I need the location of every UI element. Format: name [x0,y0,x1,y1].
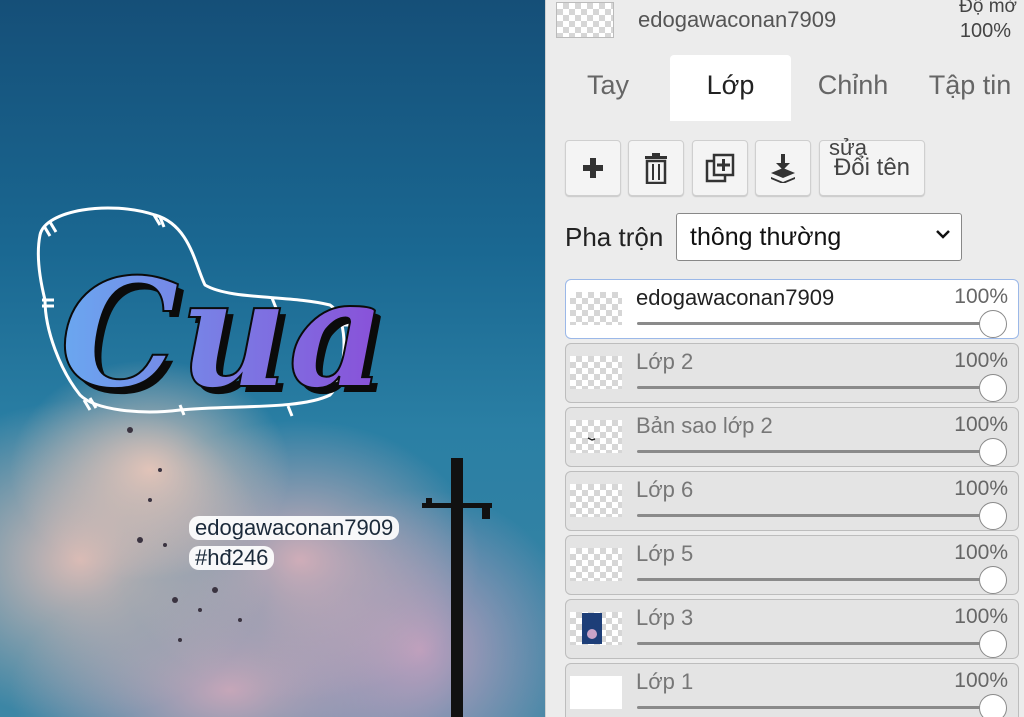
layer-item[interactable]: Lớp 3 100% [565,599,1019,659]
layer-thumbnail [570,612,622,645]
tab-edit[interactable]: Chỉnh [791,55,915,121]
layer-opacity-slider[interactable] [637,438,1007,466]
layer-item[interactable]: Lớp 1 100% [565,663,1019,717]
layer-item[interactable]: Lớp 6 100% [565,471,1019,531]
merge-down-button[interactable] [755,140,811,196]
tab-layers[interactable]: Lớp [670,55,791,121]
edit-overflow-label: sửa [829,135,867,160]
slider-handle[interactable] [979,566,1007,594]
blend-mode-select[interactable]: thông thường [676,213,962,261]
chevron-down-icon [936,230,950,239]
layer-opacity: 100% [954,669,1008,692]
layer-name: Lớp 3 [636,605,694,630]
layer-name: Lớp 2 [636,349,694,374]
layers-tab-content: Đổi tên sửa Pha trộn thông thường edogaw… [546,121,1024,717]
layer-opacity: 100% [954,605,1008,628]
layer-opacity-slider[interactable] [637,694,1007,717]
layer-item[interactable]: Bản sao lớp 2 100% [565,407,1019,467]
opacity-label: Độ mờ [959,0,1017,17]
layer-item[interactable]: Lớp 5 100% [565,535,1019,595]
add-layer-button[interactable] [565,140,621,196]
layer-name: Lớp 6 [636,477,694,502]
layer-opacity: 100% [954,541,1008,564]
layer-thumbnail [570,484,622,517]
layer-opacity-slider[interactable] [637,566,1007,594]
layer-item[interactable]: Lớp 2 100% [565,343,1019,403]
watermark-name: edogawaconan7909 [189,516,400,540]
layer-opacity-slider[interactable] [637,310,1007,338]
plus-icon [583,158,603,178]
duplicate-icon [705,153,735,183]
current-layer-thumbnail [556,2,614,38]
panel-tabs: Tay Lớp Chỉnh Tập tin [546,55,1024,121]
duplicate-layer-button[interactable] [692,140,748,196]
drawing-canvas[interactable]: Cua Cua edogawaconan7909 #hđ246 [0,0,545,717]
slider-handle[interactable] [979,374,1007,402]
layer-name: Lớp 5 [636,541,694,566]
canvas-artwork: Cua Cua [36,206,492,717]
current-layer-header: edogawaconan7909 Độ mờ 100% [546,0,1024,44]
layer-thumbnail [570,420,622,453]
slider-handle[interactable] [979,694,1007,717]
trash-icon [645,153,667,184]
thumbnail-mark [587,437,596,441]
layer-name: Lớp 1 [636,669,694,694]
slider-handle[interactable] [979,630,1007,658]
tab-hand[interactable]: Tay [546,55,670,121]
layer-opacity-slider[interactable] [637,502,1007,530]
layer-thumbnail [570,548,622,581]
layer-opacity-slider[interactable] [637,630,1007,658]
layer-thumbnail [570,292,622,325]
delete-layer-button[interactable] [628,140,684,196]
layer-thumbnail [570,676,622,709]
slider-handle[interactable] [979,502,1007,530]
layer-thumbnail [570,356,622,389]
slider-handle[interactable] [979,310,1007,338]
slider-handle[interactable] [979,438,1007,466]
layer-opacity: 100% [954,477,1008,500]
logo-text: Cua [60,246,386,422]
layer-opacity: 100% [954,285,1008,308]
layer-name: edogawaconan7909 [636,285,835,310]
current-layer-name: edogawaconan7909 [638,7,837,32]
tab-file[interactable]: Tập tin [915,55,1024,121]
watermark-tag: #hđ246 [189,546,275,570]
blend-mode-label: Pha trộn [565,222,664,252]
blend-mode-value: thông thường [690,223,842,251]
utility-pole [422,458,492,717]
layer-name: Bản sao lớp 2 [636,413,773,438]
merge-down-icon [771,154,795,183]
layers-panel: edogawaconan7909 Độ mờ 100% Tay Lớp Chỉn… [545,0,1024,717]
thumbnail-image [582,613,602,644]
layer-opacity: 100% [954,413,1008,436]
opacity-value: 100% [959,20,1011,42]
layer-opacity-slider[interactable] [637,374,1007,402]
layer-item[interactable]: edogawaconan7909 100% [565,279,1019,339]
layer-opacity: 100% [954,349,1008,372]
